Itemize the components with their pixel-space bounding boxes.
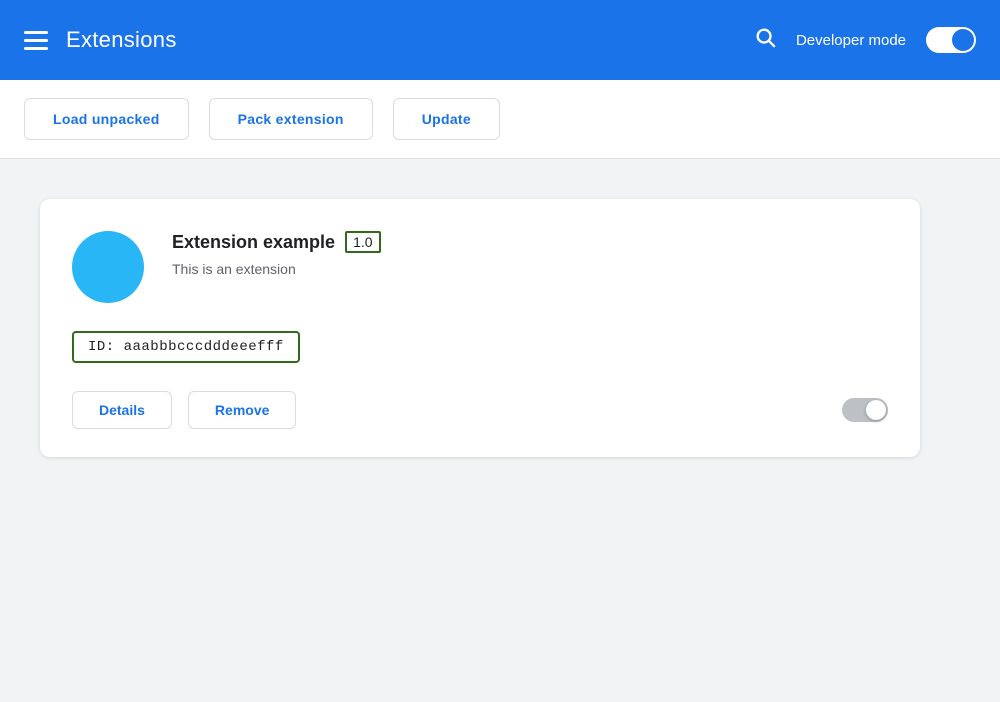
developer-mode-label: Developer mode — [796, 32, 906, 49]
extension-description: This is an extension — [172, 261, 888, 277]
remove-button[interactable]: Remove — [188, 391, 296, 429]
extension-enable-toggle[interactable] — [842, 398, 888, 422]
extension-actions: Details Remove — [72, 391, 296, 429]
extension-id: ID: aaabbbcccdddeeefff — [72, 331, 300, 363]
header-right: Developer mode — [754, 26, 976, 54]
extension-info: Extension example 1.0 This is an extensi… — [172, 231, 888, 277]
extension-toggle-knob — [866, 400, 886, 420]
page-title: Extensions — [66, 27, 177, 53]
extension-card-bottom: Details Remove — [72, 391, 888, 429]
header-left: Extensions — [24, 27, 754, 53]
hamburger-icon[interactable] — [24, 31, 48, 50]
extension-version: 1.0 — [345, 231, 380, 253]
load-unpacked-button[interactable]: Load unpacked — [24, 98, 189, 140]
extension-id-row: ID: aaabbbcccdddeeefff — [72, 331, 888, 363]
header: Extensions Developer mode — [0, 0, 1000, 80]
main-content: Extension example 1.0 This is an extensi… — [0, 159, 1000, 702]
extension-name-row: Extension example 1.0 — [172, 231, 888, 253]
details-button[interactable]: Details — [72, 391, 172, 429]
extension-name: Extension example — [172, 232, 335, 253]
extension-card-top: Extension example 1.0 This is an extensi… — [72, 231, 888, 303]
update-button[interactable]: Update — [393, 98, 500, 140]
pack-extension-button[interactable]: Pack extension — [209, 98, 373, 140]
search-icon[interactable] — [754, 26, 776, 54]
toggle-knob — [952, 29, 974, 51]
extension-icon — [72, 231, 144, 303]
extension-card: Extension example 1.0 This is an extensi… — [40, 199, 920, 457]
toolbar: Load unpacked Pack extension Update — [0, 80, 1000, 159]
developer-mode-toggle[interactable] — [926, 27, 976, 53]
